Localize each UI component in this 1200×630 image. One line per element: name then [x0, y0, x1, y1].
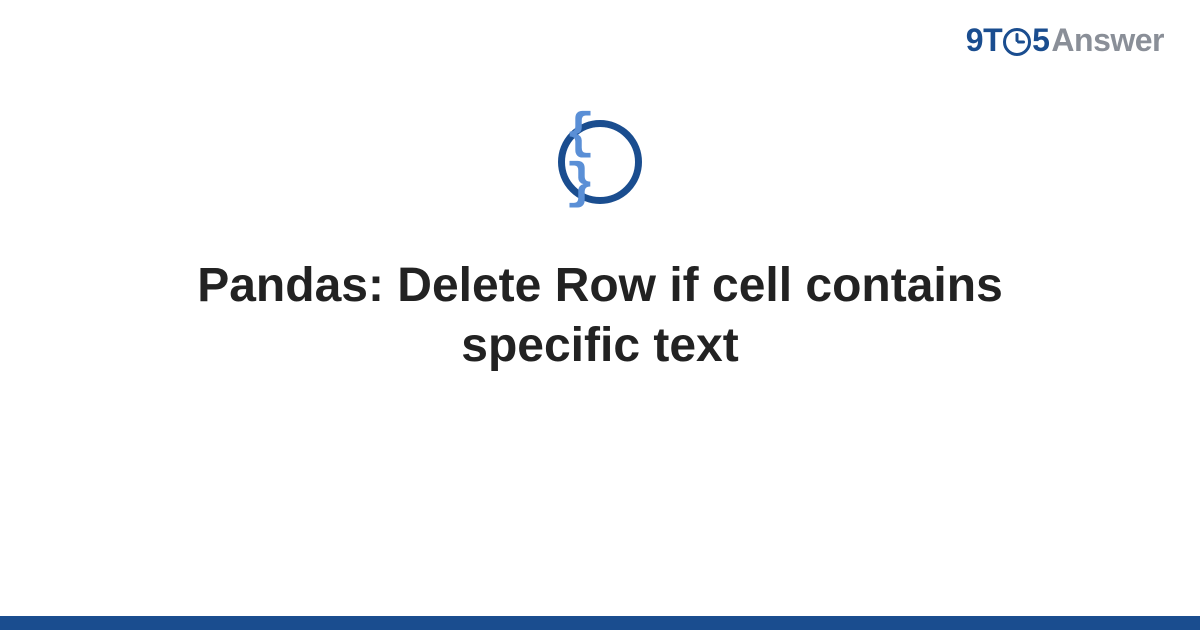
- code-braces-icon: { }: [565, 110, 635, 210]
- promo-card: 9T5Answer { } Pandas: Delete Row if cell…: [0, 0, 1200, 630]
- category-badge: { }: [558, 120, 642, 204]
- logo-text-5: 5: [1032, 22, 1049, 58]
- logo-text-answer: Answer: [1051, 22, 1164, 58]
- logo-text-t: T: [983, 22, 1002, 58]
- site-logo: 9T5Answer: [966, 24, 1164, 56]
- content-center: { } Pandas: Delete Row if cell contains …: [0, 120, 1200, 376]
- logo-text-9: 9: [966, 22, 983, 58]
- footer-accent-bar: [0, 616, 1200, 630]
- clock-icon: [1003, 28, 1031, 56]
- page-title: Pandas: Delete Row if cell contains spec…: [150, 256, 1050, 376]
